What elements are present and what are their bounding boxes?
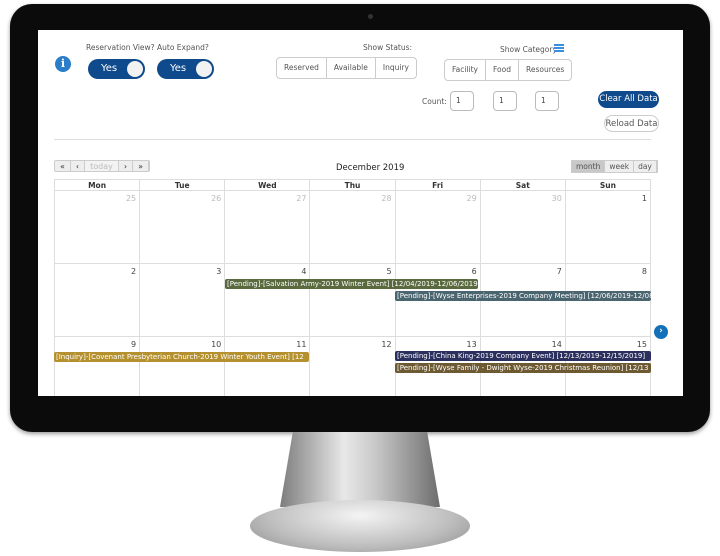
- day-cell[interactable]: 28: [310, 191, 396, 263]
- toggle-value: Yes: [170, 63, 187, 74]
- event-china-king[interactable]: [Pending]-[China King-2019 Company Event…: [395, 351, 651, 361]
- view-day[interactable]: day: [634, 161, 657, 172]
- list-icon[interactable]: [554, 44, 564, 52]
- reservation-view-label: Reservation View?: [86, 43, 155, 52]
- view-month[interactable]: month: [572, 161, 606, 172]
- show-category-label: Show Category:: [500, 45, 559, 54]
- reservation-view-toggle[interactable]: Yes: [88, 59, 145, 79]
- weekday-sun: Sun: [566, 180, 651, 190]
- status-filter: Reserved Available Inquiry: [276, 57, 417, 79]
- weekday-header: Mon Tue Wed Thu Fri Sat Sun: [55, 179, 651, 191]
- day-cell[interactable]: 1: [566, 191, 651, 263]
- clear-all-data-button[interactable]: Clear All Data: [598, 91, 659, 108]
- info-icon[interactable]: i: [55, 56, 71, 72]
- day-cell[interactable]: 5: [310, 264, 396, 336]
- monitor-base: [250, 500, 470, 552]
- auto-expand-toggle[interactable]: Yes: [157, 59, 214, 79]
- chevron-right-icon[interactable]: ›: [654, 325, 668, 339]
- category-facility[interactable]: Facility: [445, 60, 486, 80]
- event-wyse-enterprises[interactable]: [Pending]-[Wyse Enterprises-2019 Company…: [395, 291, 651, 301]
- day-cell[interactable]: 26: [140, 191, 226, 263]
- auto-expand-label: Auto Expand?: [157, 43, 209, 52]
- day-cell[interactable]: 30: [481, 191, 566, 263]
- status-inquiry[interactable]: Inquiry: [376, 58, 416, 78]
- day-cell[interactable]: 4: [225, 264, 311, 336]
- prev-month-button[interactable]: ‹: [71, 161, 86, 171]
- screen: i Reservation View? Yes Auto Expand? Yes…: [38, 30, 683, 396]
- weekday-wed: Wed: [225, 180, 311, 190]
- category-food[interactable]: Food: [486, 60, 519, 80]
- category-resources[interactable]: Resources: [519, 60, 571, 80]
- next-month-button[interactable]: ›: [119, 161, 134, 171]
- calendar-title: December 2019: [336, 163, 405, 173]
- reload-data-button[interactable]: Reload Data: [604, 115, 659, 132]
- camera: [368, 14, 373, 19]
- count-input-resources[interactable]: 1: [535, 91, 559, 111]
- calendar-nav: « ‹ today › »: [54, 160, 150, 172]
- day-cell[interactable]: 9: [55, 337, 141, 396]
- weekday-sat: Sat: [481, 180, 566, 190]
- divider: [54, 139, 651, 140]
- day-cell[interactable]: 25: [55, 191, 141, 263]
- event-wyse-family[interactable]: [Pending]-[Wyse Family - Dwight Wyse-201…: [395, 363, 651, 373]
- weekday-tue: Tue: [140, 180, 226, 190]
- day-cell[interactable]: 29: [396, 191, 481, 263]
- count-label: Count:: [422, 97, 447, 106]
- day-cell[interactable]: 11: [225, 337, 311, 396]
- weekday-thu: Thu: [310, 180, 396, 190]
- day-cell[interactable]: 3: [140, 264, 226, 336]
- week-row: 25 26 27 28 29 30 1: [55, 191, 651, 264]
- status-available[interactable]: Available: [327, 58, 376, 78]
- count-input-food[interactable]: 1: [493, 91, 517, 111]
- view-switcher: month week day: [571, 160, 658, 173]
- event-salvation-army[interactable]: [Pending]-[Salvation Army-2019 Winter Ev…: [225, 279, 478, 289]
- next-year-button[interactable]: »: [133, 161, 149, 171]
- show-status-label: Show Status:: [363, 43, 413, 52]
- today-button[interactable]: today: [85, 161, 119, 171]
- weekday-fri: Fri: [396, 180, 481, 190]
- day-cell[interactable]: 10: [140, 337, 226, 396]
- monitor-stand: [280, 432, 440, 507]
- count-input-facility[interactable]: 1: [450, 91, 474, 111]
- status-reserved[interactable]: Reserved: [277, 58, 327, 78]
- weekday-mon: Mon: [55, 180, 141, 190]
- prev-year-button[interactable]: «: [55, 161, 71, 171]
- event-covenant-presbyterian[interactable]: [Inquiry]-[Covenant Presbyterian Church-…: [54, 352, 309, 362]
- day-cell[interactable]: 2: [55, 264, 141, 336]
- toggle-value: Yes: [101, 63, 118, 74]
- view-week[interactable]: week: [605, 161, 635, 172]
- category-filter: Facility Food Resources: [444, 59, 573, 81]
- day-cell[interactable]: 12: [310, 337, 396, 396]
- day-cell[interactable]: 27: [225, 191, 311, 263]
